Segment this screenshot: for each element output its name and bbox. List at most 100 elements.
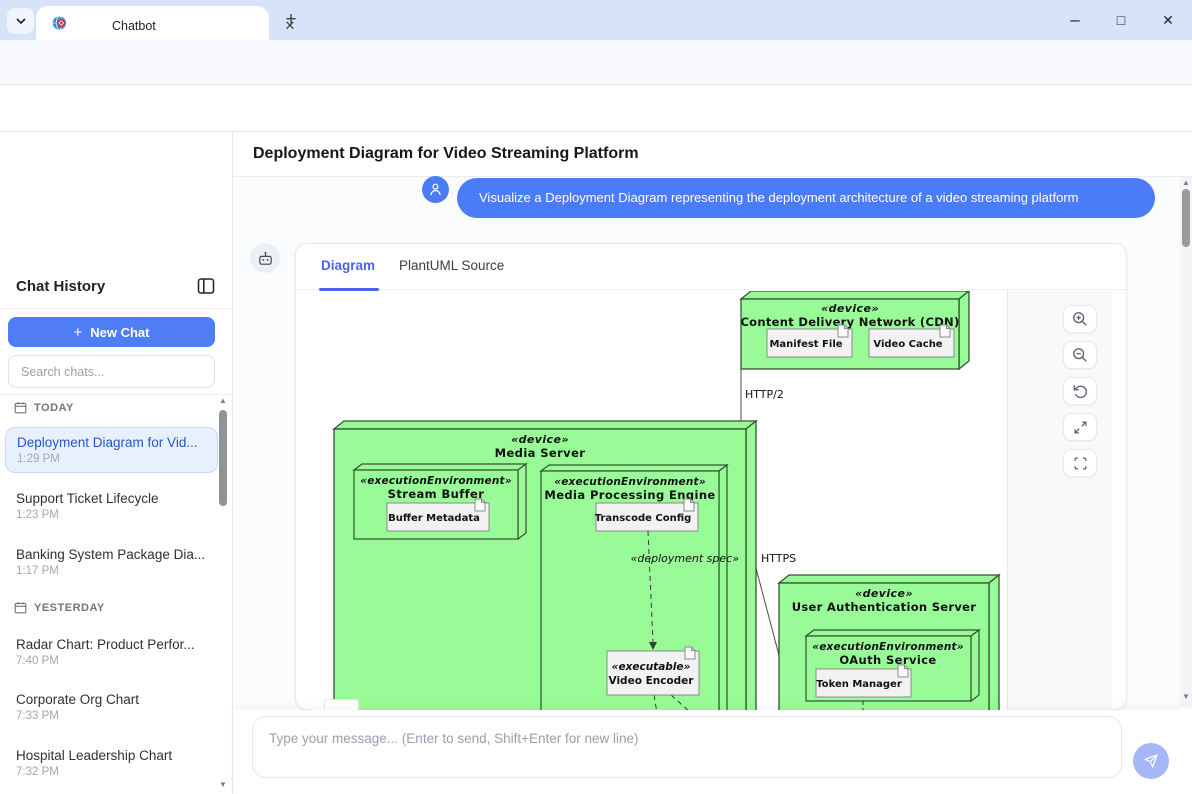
fullscreen-icon xyxy=(1073,456,1088,471)
send-button[interactable] xyxy=(1133,743,1169,779)
chat-scroll-up-icon[interactable]: ▲ xyxy=(1182,178,1190,187)
chat-item[interactable]: Banking System Package Dia... 1:17 PM xyxy=(8,541,214,583)
node-user-auth-server: «device» User Authentication Server «exe… xyxy=(779,575,999,710)
zoom-out-icon xyxy=(1072,347,1088,363)
svg-text:«device»: «device» xyxy=(511,433,569,446)
artifact-file-icon xyxy=(940,325,950,337)
browser-toolbar: ← → ai-toolbox.visual-paradigm.com/app/c… xyxy=(0,40,1192,85)
collapse-sidebar-icon[interactable] xyxy=(197,277,215,295)
svg-text:Token Manager: Token Manager xyxy=(816,679,902,690)
node-stream-buffer: «executionEnvironment» Stream Buffer Buf… xyxy=(354,464,526,539)
chat-scrollbar[interactable]: ▲ ▼ xyxy=(1180,177,1192,707)
expand-arrows-icon xyxy=(1073,420,1088,435)
diagram-card: Diagram PlantUML Source xyxy=(295,243,1127,710)
plus-icon: + xyxy=(74,324,83,341)
sidebar-divider-2 xyxy=(0,394,233,395)
artifact-buffer-metadata: Buffer Metadata xyxy=(387,499,489,531)
new-chat-label: New Chat xyxy=(90,325,149,340)
tab-plantuml-source[interactable]: PlantUML Source xyxy=(399,258,504,273)
chat-item[interactable]: Corporate Org Chart 7:33 PM xyxy=(8,686,214,728)
chat-item[interactable]: Deployment Diagram for Vid... 1:29 PM xyxy=(5,427,218,473)
new-tab-button[interactable]: + xyxy=(279,8,303,32)
user-message-avatar xyxy=(422,176,449,203)
label-https: HTTPS xyxy=(761,552,796,565)
window-minimize-button[interactable]: – xyxy=(1060,6,1090,34)
node-media-processing-engine: «executionEnvironment» Media Processing … xyxy=(541,465,727,710)
svg-text:Content Delivery Network (CDN): Content Delivery Network (CDN) xyxy=(740,315,959,329)
artifact-file-icon xyxy=(685,647,695,659)
conversation-topbar: Deployment Diagram for Video Streaming P… xyxy=(233,132,1192,177)
message-input[interactable] xyxy=(252,716,1122,778)
zoom-in-button[interactable] xyxy=(1063,305,1097,333)
svg-text:Buffer Metadata: Buffer Metadata xyxy=(388,513,480,524)
diagram-canvas[interactable]: «device» Media Server «executionEnvironm… xyxy=(311,291,1008,710)
section-header-yesterday: YESTERDAY xyxy=(14,601,105,614)
reset-view-button[interactable] xyxy=(1063,377,1097,405)
chat-history-sidebar: Chat History + New Chat TODAY Deployment… xyxy=(0,132,233,794)
reset-rotate-icon xyxy=(1072,383,1088,399)
artifact-transcode-config: Transcode Config xyxy=(595,499,698,531)
page-title: Deployment Diagram for Video Streaming P… xyxy=(253,145,639,163)
svg-text:Stream Buffer: Stream Buffer xyxy=(388,487,485,501)
svg-text:Media Server: Media Server xyxy=(495,446,586,460)
browser-tabstrip: Chatbot ✕ + – □ ✕ xyxy=(0,0,1192,40)
artifact-video-cache: Video Cache xyxy=(869,325,954,357)
node-cdn: «device» Content Delivery Network (CDN) … xyxy=(740,291,969,369)
chat-area: Visualize a Deployment Diagram represent… xyxy=(233,177,1180,710)
svg-text:«executionEnvironment»: «executionEnvironment» xyxy=(360,475,512,487)
chat-item[interactable]: Hospital Leadership Chart 7:32 PM xyxy=(8,742,214,784)
window-close-button[interactable]: ✕ xyxy=(1153,6,1183,34)
deployment-diagram-svg: «device» Media Server «executionEnvironm… xyxy=(311,291,1008,710)
svg-text:«executable»: «executable» xyxy=(612,661,691,673)
tab-title: Chatbot xyxy=(112,19,156,33)
calendar-icon xyxy=(14,601,27,614)
window-maximize-button[interactable]: □ xyxy=(1106,6,1136,34)
tab-search-button[interactable] xyxy=(7,8,34,34)
svg-text:Manifest File: Manifest File xyxy=(769,339,842,350)
composer-panel xyxy=(233,710,1192,794)
label-http2: HTTP/2 xyxy=(745,388,784,401)
calendar-icon xyxy=(14,401,27,414)
chat-item[interactable]: Support Ticket Lifecycle 1:23 PM xyxy=(8,485,214,527)
chat-scrollbar-thumb[interactable] xyxy=(1182,189,1190,247)
node-oauth-service: «executionEnvironment» OAuth Service Tok… xyxy=(806,630,979,701)
svg-text:«device»: «device» xyxy=(821,302,879,315)
artifact-file-icon xyxy=(475,499,485,511)
svg-text:Video Encoder: Video Encoder xyxy=(609,675,695,687)
app-header: Chatbot Powered by Visual Paradigm More … xyxy=(0,85,1192,132)
paper-plane-icon xyxy=(1143,753,1159,769)
chat-item[interactable]: Radar Chart: Product Perfor... 7:40 PM xyxy=(8,631,214,673)
tab-diagram[interactable]: Diagram xyxy=(321,258,375,273)
robot-icon xyxy=(257,250,274,267)
artifact-manifest-file: Manifest File xyxy=(767,325,852,357)
svg-text:Transcode Config: Transcode Config xyxy=(595,513,692,524)
zoom-in-icon xyxy=(1072,311,1088,327)
user-message-bubble: Visualize a Deployment Diagram represent… xyxy=(457,178,1155,218)
svg-text:OAuth Service: OAuth Service xyxy=(839,653,936,667)
artifact-file-icon xyxy=(898,665,908,677)
svg-text:«executionEnvironment»: «executionEnvironment» xyxy=(554,476,706,488)
bot-avatar xyxy=(250,243,280,273)
svg-text:Video Cache: Video Cache xyxy=(873,339,942,350)
new-chat-button[interactable]: + New Chat xyxy=(8,317,215,347)
search-chats-input[interactable] xyxy=(8,355,215,388)
diagram-viewport[interactable]: «device» Media Server «executionEnvironm… xyxy=(311,291,1112,710)
artifact-file-icon xyxy=(838,325,848,337)
fullscreen-button[interactable] xyxy=(1063,449,1097,477)
label-deployment-spec: «deployment spec» xyxy=(631,552,740,565)
artifact-video-encoder: «executable» Video Encoder xyxy=(607,647,699,695)
section-header-today: TODAY xyxy=(14,401,74,414)
favicon-visual-paradigm xyxy=(52,15,68,31)
browser-tab-chatbot[interactable]: Chatbot ✕ xyxy=(36,6,269,40)
artifact-token-manager: Token Manager xyxy=(816,665,911,697)
person-icon xyxy=(427,181,444,198)
sidebar-heading: Chat History xyxy=(16,278,105,295)
sidebar-divider xyxy=(0,308,233,309)
chat-scroll-down-icon[interactable]: ▼ xyxy=(1182,692,1190,701)
sidebar-scrollbar-thumb[interactable] xyxy=(219,410,227,506)
zoom-out-button[interactable] xyxy=(1063,341,1097,369)
fit-screen-button[interactable] xyxy=(1063,413,1097,441)
sidebar-scroll-down-icon[interactable]: ▼ xyxy=(219,780,227,789)
sidebar-scroll-up-icon[interactable]: ▲ xyxy=(219,396,227,405)
svg-text:«executionEnvironment»: «executionEnvironment» xyxy=(812,641,964,653)
